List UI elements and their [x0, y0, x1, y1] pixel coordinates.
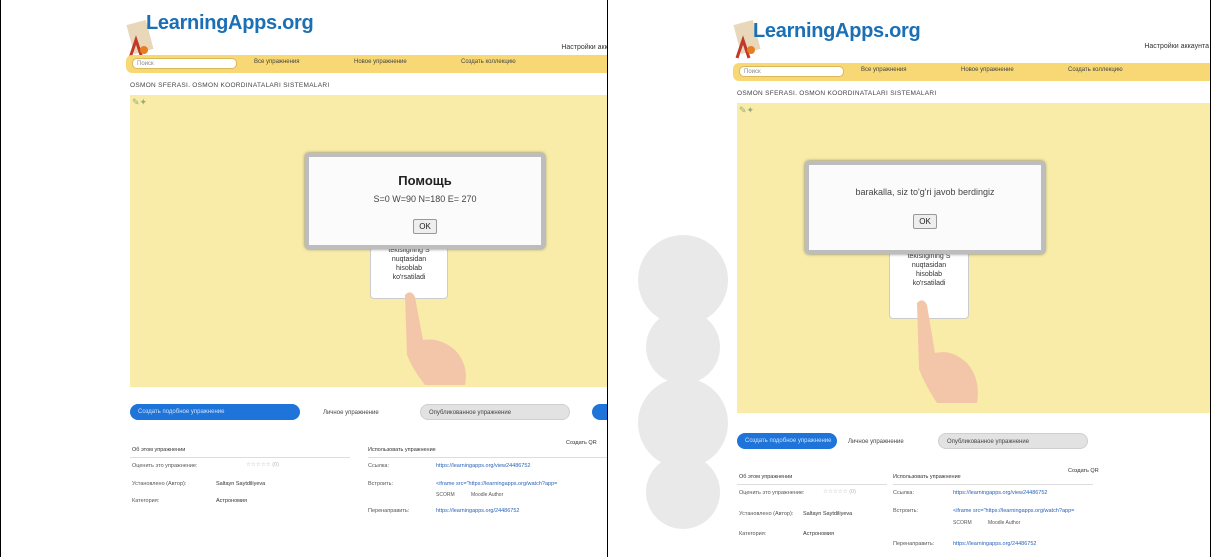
result-dialog: barakalla, siz to'g'ri javob berdingiz O…: [805, 161, 1045, 254]
main-toolbar: Поиск Все упражнения Новое упражнение Со…: [733, 63, 1210, 81]
private-exercise-button[interactable]: Личное упражнение: [314, 404, 414, 420]
main-toolbar: Поиск Все упражнения Новое упражнение Со…: [126, 55, 607, 73]
ok-button[interactable]: OK: [913, 214, 937, 229]
pointing-hand-icon: [405, 292, 466, 385]
link-label: Ссылка:: [893, 490, 914, 496]
account-settings-link[interactable]: Настройки аккаунта: [561, 44, 607, 51]
learningapps-window: LearningApps.org Настройки аккаунта Поис…: [733, 0, 1210, 557]
right-screenshot: LearningApps.org Настройки аккаунта Поис…: [607, 0, 1211, 557]
divider: [130, 457, 350, 458]
learningapps-window: LearningApps.org Настройки аккаунта Поис…: [126, 0, 607, 557]
decorative-circle: [646, 310, 720, 384]
embed-label: Встроить:: [893, 508, 919, 514]
search-input[interactable]: Поиск: [739, 66, 844, 77]
rating-label: Оценить это упражнение:: [739, 490, 805, 496]
dialog-message: S=0 W=90 N=180 E= 270: [373, 194, 477, 204]
toolbar-new-exercise[interactable]: Новое упражнение: [961, 67, 1014, 73]
exercise-title: OSMON SFERASI. OSMON KOORDINATALARI SIST…: [130, 82, 330, 89]
category-label: Категория:: [132, 498, 160, 504]
link-label: Ссылка:: [368, 463, 389, 469]
divider: [737, 484, 887, 485]
redirect-label: Перенаправить:: [368, 508, 410, 514]
rating-count: (0): [272, 462, 279, 468]
card-line: hisoblab: [395, 265, 423, 272]
help-flag-icon[interactable]: ✎✦: [739, 105, 754, 116]
redirect-label: Перенаправить:: [893, 541, 935, 547]
exercise-title: OSMON SFERASI. OSMON KOORDINATALARI SIST…: [737, 90, 937, 97]
toolbar-all-exercises[interactable]: Все упражнения: [861, 67, 907, 73]
about-header: Об этом упражнении: [132, 447, 186, 453]
about-header: Об этом упражнении: [739, 474, 793, 480]
pointing-hand-icon: [917, 300, 978, 403]
help-flag-icon[interactable]: ✎✦: [132, 97, 147, 108]
rating-stars[interactable]: ☆☆☆☆☆ (0): [823, 489, 856, 495]
edit-button[interactable]: [592, 404, 607, 420]
account-settings-link[interactable]: Настройки аккаунта: [1144, 43, 1209, 50]
category-value[interactable]: Астрономия: [803, 531, 834, 537]
link-value[interactable]: https://learningapps.org/view24486752: [436, 463, 530, 469]
toolbar-new-exercise[interactable]: Новое упражнение: [354, 59, 407, 65]
author-label: Установлено (Автор):: [739, 511, 794, 517]
rating-count: (0): [849, 489, 856, 495]
divider: [893, 484, 1093, 485]
toolbar-all-exercises[interactable]: Все упражнения: [254, 59, 300, 65]
scorm-link[interactable]: SCORM: [953, 520, 972, 526]
moodle-link[interactable]: Moodle Author: [471, 492, 503, 498]
rating-label: Оценить это упражнение:: [132, 463, 198, 469]
left-screenshot: LearningApps.org Настройки аккаунта Поис…: [0, 0, 608, 557]
private-exercise-button[interactable]: Личное упражнение: [839, 433, 929, 449]
embed-label: Встроить:: [368, 481, 394, 487]
published-exercise-button[interactable]: Опубликованное упражнение: [938, 433, 1088, 449]
toolbar-create-collection[interactable]: Создать коллекцию: [461, 59, 516, 65]
embed-value[interactable]: <iframe src="https://learningapps.org/wa…: [436, 481, 557, 487]
redirect-value[interactable]: https://learningapps.org/24486752: [436, 508, 519, 514]
category-value[interactable]: Астрономия: [216, 498, 247, 504]
toolbar-create-collection[interactable]: Создать коллекцию: [1068, 67, 1123, 73]
help-dialog: Помощь S=0 W=90 N=180 E= 270 OK: [305, 153, 545, 249]
card-line: ko'rsatiladi: [392, 274, 426, 281]
create-similar-button[interactable]: Создать подобное упражнение: [130, 404, 300, 420]
use-header: Использовать упражнение: [893, 474, 961, 480]
link-value[interactable]: https://learningapps.org/view24486752: [953, 490, 1047, 496]
qr-link[interactable]: Создать QR: [1068, 468, 1099, 474]
card-line: nuqtasidan: [391, 256, 427, 263]
use-header: Использовать упражнение: [368, 447, 436, 453]
dialog-title: Помощь: [398, 173, 452, 188]
card-line: nuqtasidan: [911, 262, 947, 269]
published-exercise-button[interactable]: Опубликованное упражнение: [420, 404, 570, 420]
author-value[interactable]: Saltayn Saytdiliyeva: [216, 481, 265, 487]
scorm-link[interactable]: SCORM: [436, 492, 455, 498]
card-line: hisoblab: [915, 271, 943, 278]
dialog-message: barakalla, siz to'g'ri javob berdingiz: [855, 187, 995, 197]
qr-link[interactable]: Создать QR: [566, 440, 597, 446]
search-input[interactable]: Поиск: [132, 58, 237, 69]
author-label: Установлено (Автор):: [132, 481, 187, 487]
site-logo[interactable]: LearningApps.org: [146, 12, 314, 35]
site-logo[interactable]: LearningApps.org: [753, 20, 921, 43]
redirect-value[interactable]: https://learningapps.org/24486752: [953, 541, 1036, 547]
exercise-stage[interactable]: ✎✦ gorizont tekisligining S nuqtasidan h…: [737, 103, 1210, 413]
ok-button[interactable]: OK: [413, 219, 437, 234]
exercise-stage[interactable]: ✎✦ tekisligning S nuqtasidan hisoblab ko…: [130, 95, 607, 387]
create-similar-button[interactable]: Создать подобное упражнение: [737, 433, 837, 449]
category-label: Категория:: [739, 531, 767, 537]
embed-value[interactable]: <iframe src="https://learningapps.org/wa…: [953, 508, 1074, 514]
rating-stars[interactable]: ☆☆☆☆☆ (0): [246, 462, 279, 468]
author-value[interactable]: Saltayn Saytdiliyeva: [803, 511, 852, 517]
decorative-circle: [646, 455, 720, 529]
moodle-link[interactable]: Moodle Author: [988, 520, 1020, 526]
divider: [368, 457, 607, 458]
card-line: ko'rsatiladi: [912, 280, 946, 287]
